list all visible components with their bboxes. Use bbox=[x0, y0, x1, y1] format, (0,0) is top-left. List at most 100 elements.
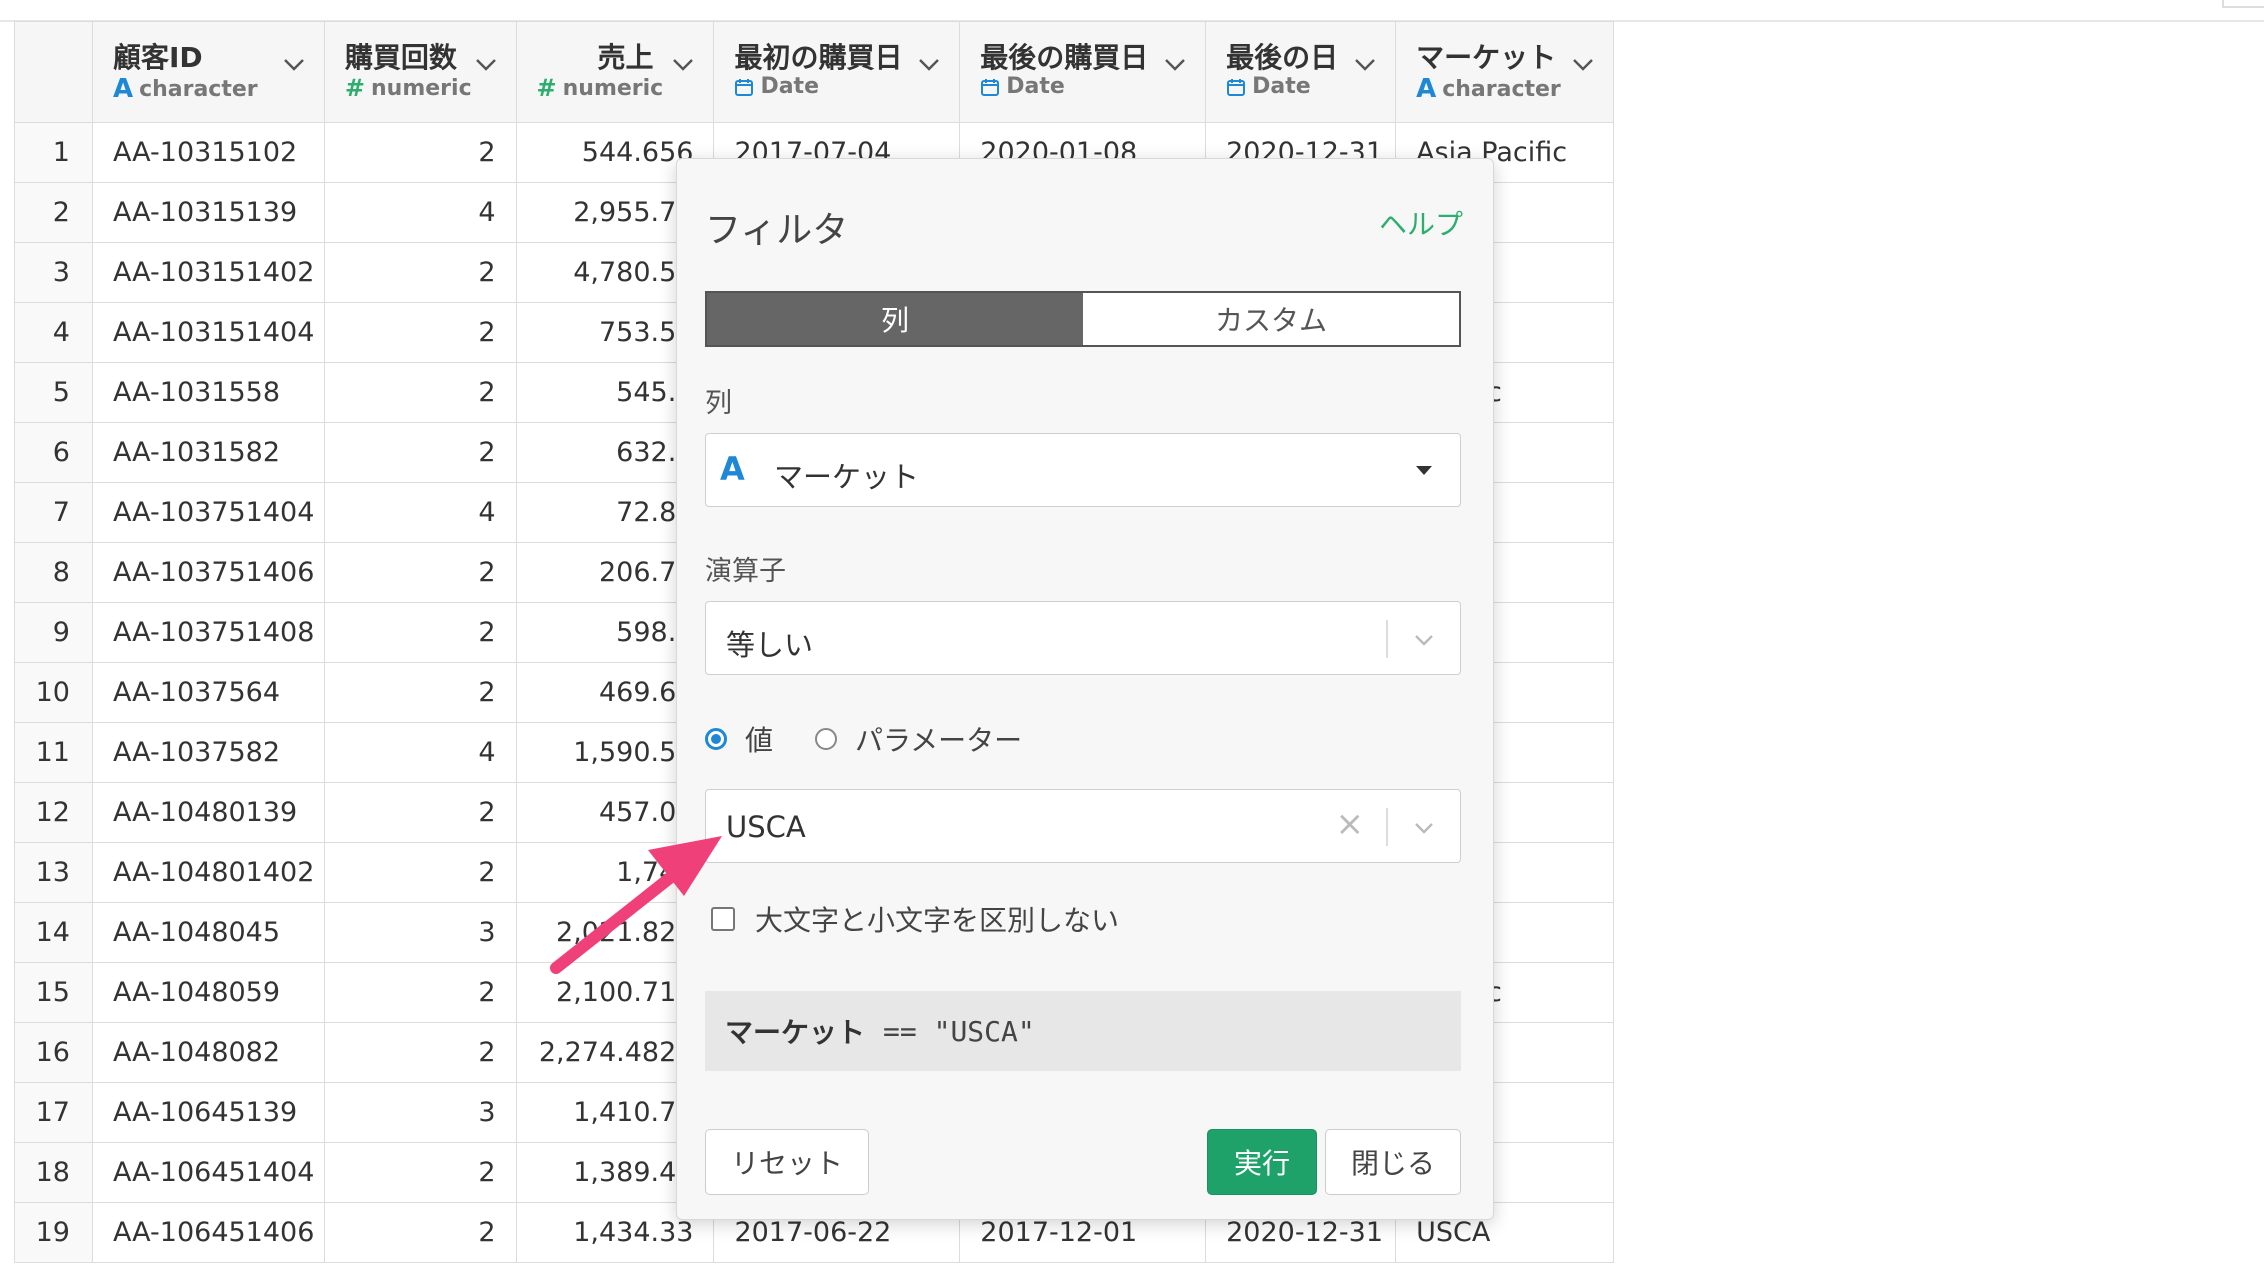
column-header-customer-id[interactable]: 顧客ID Acharacter bbox=[91, 21, 325, 123]
cell-row-number: 5 bbox=[14, 362, 93, 423]
column-name: マーケット bbox=[1416, 41, 1557, 74]
chevron-down-icon[interactable] bbox=[472, 50, 500, 78]
cell-purchase-count[interactable]: 4 bbox=[323, 182, 517, 243]
cell-customer-id[interactable]: AA-103751408 bbox=[91, 602, 325, 663]
cell-row-number: 11 bbox=[14, 722, 93, 783]
column-header-last-purchase-date[interactable]: 最後の購買日 Date bbox=[959, 21, 1207, 123]
cell-customer-id[interactable]: AA-103751404 bbox=[91, 482, 325, 543]
chevron-down-icon[interactable] bbox=[1410, 626, 1438, 654]
operator-select[interactable]: 等しい bbox=[705, 601, 1461, 675]
cell-customer-id[interactable]: AA-10645139 bbox=[91, 1082, 325, 1143]
operator-label: 演算子 bbox=[705, 556, 786, 587]
cell-purchase-count[interactable]: 3 bbox=[323, 902, 517, 963]
column-header-market[interactable]: マーケット Acharacter bbox=[1395, 21, 1614, 123]
case-insensitive-option[interactable]: 大文字と小文字を区別しない bbox=[711, 899, 1119, 939]
chevron-down-icon[interactable] bbox=[1161, 50, 1189, 78]
cell-customer-id[interactable]: AA-1048082 bbox=[91, 1022, 325, 1083]
column-type: # numeric bbox=[536, 74, 664, 102]
cell-purchase-count[interactable]: 2 bbox=[323, 302, 517, 363]
column-select[interactable]: A マーケット bbox=[705, 433, 1461, 507]
chevron-down-icon[interactable] bbox=[915, 50, 943, 78]
select-separator bbox=[1386, 620, 1388, 658]
cell-customer-id[interactable]: AA-10480139 bbox=[91, 782, 325, 843]
column-name: 最後の購買日 bbox=[980, 41, 1149, 74]
cell-purchase-count[interactable]: 4 bbox=[323, 722, 517, 783]
column-header-first-purchase-date[interactable]: 最初の購買日 Date bbox=[713, 21, 961, 123]
chevron-down-icon[interactable] bbox=[1410, 814, 1438, 842]
cell-customer-id[interactable]: AA-1031582 bbox=[91, 422, 325, 483]
cell-customer-id[interactable]: AA-10315102 bbox=[91, 122, 325, 183]
cell-customer-id[interactable]: AA-106451406 bbox=[91, 1202, 325, 1263]
radio-parameter-label: パラメーター bbox=[855, 724, 1023, 757]
cell-purchase-count[interactable]: 2 bbox=[323, 842, 517, 903]
run-button[interactable]: 実行 bbox=[1207, 1129, 1317, 1195]
select-separator bbox=[1386, 808, 1388, 846]
expression-column: マーケット bbox=[725, 1016, 866, 1049]
case-insensitive-checkbox[interactable] bbox=[711, 907, 735, 931]
cell-purchase-count[interactable]: 2 bbox=[323, 542, 517, 603]
cell-customer-id[interactable]: AA-103751406 bbox=[91, 542, 325, 603]
radio-value[interactable] bbox=[705, 728, 727, 750]
radio-parameter[interactable] bbox=[815, 728, 838, 750]
reset-button[interactable]: リセット bbox=[705, 1129, 869, 1195]
cell-purchase-count[interactable]: 2 bbox=[323, 122, 517, 183]
chevron-down-icon[interactable] bbox=[669, 50, 697, 78]
cell-customer-id[interactable]: AA-10315139 bbox=[91, 182, 325, 243]
row-number-header bbox=[14, 21, 93, 123]
cell-purchase-count[interactable]: 3 bbox=[323, 1082, 517, 1143]
column-header-last-day[interactable]: 最後の日 Date bbox=[1205, 21, 1397, 123]
cell-purchase-count[interactable]: 2 bbox=[323, 1142, 517, 1203]
radio-value-label: 値 bbox=[745, 724, 774, 757]
column-name: 最初の購買日 bbox=[734, 41, 903, 74]
header-row: 顧客ID Acharacter 購買回数 # numeric 売上 # numeri… bbox=[14, 21, 1614, 123]
cell-purchase-count[interactable]: 4 bbox=[323, 482, 517, 543]
cell-purchase-count[interactable]: 2 bbox=[323, 362, 517, 423]
cell-row-number: 3 bbox=[14, 242, 93, 303]
cell-customer-id[interactable]: AA-103151402 bbox=[91, 242, 325, 303]
cell-customer-id[interactable]: AA-106451404 bbox=[91, 1142, 325, 1203]
value-select-value: USCA bbox=[726, 810, 806, 844]
clear-icon[interactable]: × bbox=[1336, 804, 1365, 844]
cell-purchase-count[interactable]: 2 bbox=[323, 782, 517, 843]
column-type: # numeric bbox=[344, 74, 472, 102]
cell-purchase-count[interactable]: 2 bbox=[323, 1202, 517, 1263]
cell-customer-id[interactable]: AA-1048045 bbox=[91, 902, 325, 963]
cell-customer-id[interactable]: AA-1037564 bbox=[91, 662, 325, 723]
cell-row-number: 8 bbox=[14, 542, 93, 603]
expression-code: == "USCA" bbox=[883, 1014, 1035, 1048]
cell-purchase-count[interactable]: 2 bbox=[323, 422, 517, 483]
character-type-icon: A bbox=[112, 74, 134, 104]
tab-custom[interactable]: カスタム bbox=[1083, 293, 1459, 345]
cell-row-number: 15 bbox=[14, 962, 93, 1023]
cell-row-number: 1 bbox=[14, 122, 93, 183]
close-button[interactable]: 閉じる bbox=[1325, 1129, 1461, 1195]
cell-purchase-count[interactable]: 2 bbox=[323, 1022, 517, 1083]
value-type-radio-group: 値 パラメーター bbox=[705, 719, 1022, 759]
numeric-type-icon: # bbox=[344, 74, 366, 102]
cell-customer-id[interactable]: AA-1037582 bbox=[91, 722, 325, 783]
cell-row-number: 18 bbox=[14, 1142, 93, 1203]
cell-purchase-count[interactable]: 2 bbox=[323, 602, 517, 663]
chevron-down-icon[interactable] bbox=[1569, 50, 1597, 78]
help-link[interactable]: ヘルプ bbox=[1379, 203, 1463, 243]
cell-row-number: 9 bbox=[14, 602, 93, 663]
cell-customer-id[interactable]: AA-104801402 bbox=[91, 842, 325, 903]
column-type: Date bbox=[1226, 74, 1311, 99]
filter-dialog: フィルタ ヘルプ 列 カスタム 列 A マーケット 演算子 等しい 値 パラメー… bbox=[676, 158, 1494, 1220]
column-select-value: マーケット bbox=[774, 460, 920, 494]
cell-purchase-count[interactable]: 2 bbox=[323, 662, 517, 723]
filter-mode-toggle: 列 カスタム bbox=[705, 291, 1461, 347]
chevron-down-icon[interactable] bbox=[1351, 50, 1379, 78]
tab-column[interactable]: 列 bbox=[707, 293, 1083, 345]
cell-purchase-count[interactable]: 2 bbox=[323, 242, 517, 303]
cell-purchase-count[interactable]: 2 bbox=[323, 962, 517, 1023]
column-header-sales[interactable]: 売上 # numeric bbox=[515, 21, 715, 123]
cell-customer-id[interactable]: AA-1048059 bbox=[91, 962, 325, 1023]
chevron-down-icon[interactable] bbox=[280, 50, 308, 78]
column-header-purchase-count[interactable]: 購買回数 # numeric bbox=[323, 21, 517, 123]
operator-select-value: 等しい bbox=[726, 628, 814, 662]
cell-customer-id[interactable]: AA-1031558 bbox=[91, 362, 325, 423]
value-select[interactable]: USCA × bbox=[705, 789, 1461, 863]
cell-customer-id[interactable]: AA-103151404 bbox=[91, 302, 325, 363]
column-type: Date bbox=[980, 74, 1065, 99]
